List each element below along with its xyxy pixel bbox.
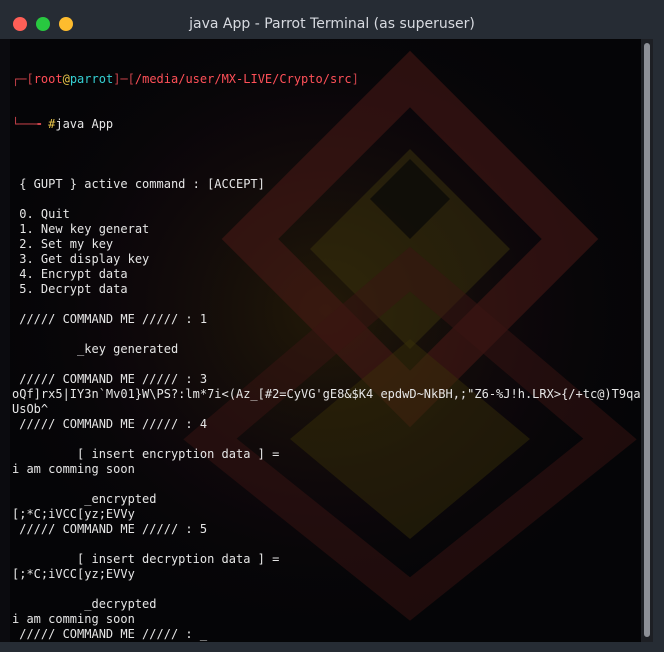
prompt-user: root (33, 72, 63, 86)
output-line: ///// COMMAND ME ///// : _ (12, 627, 208, 641)
prompt-path: /media/user/MX-LIVE/Crypto/src (134, 72, 352, 86)
prompt-at: @ (62, 72, 70, 86)
output-line: 3. Get display key (12, 252, 150, 266)
output-line: { GUPT } active command : [ACCEPT] (12, 177, 265, 191)
output-line: UsOb^ (12, 402, 49, 416)
output-line: [ insert encryption data ] = (12, 447, 280, 461)
output-line: i am comming soon (12, 462, 135, 476)
title-bar[interactable]: java App - Parrot Terminal (as superuser… (0, 0, 664, 39)
output-line: ///// COMMAND ME ///// : 1 (12, 312, 208, 326)
output-line: 1. New key generat (12, 222, 150, 236)
output-line: _encrypted (12, 492, 157, 506)
output-line: ///// COMMAND ME ///// : 4 (12, 417, 208, 431)
terminal-output-area[interactable]: ┌─[root@parrot]─[/media/user/MX-LIVE/Cry… (10, 39, 641, 642)
prompt-host: parrot (69, 72, 114, 86)
prompt-arrow: └──╼ (12, 117, 49, 131)
vertical-scrollbar[interactable] (641, 39, 653, 642)
prompt-line: ┌─[root@parrot]─[/media/user/MX-LIVE/Cry… (12, 72, 641, 87)
command-line: └──╼ #java App (12, 117, 641, 132)
window-frame-right (653, 39, 664, 652)
output-line: _key generated (12, 342, 179, 356)
output-line: i am comming soon (12, 612, 135, 626)
prompt-bracket: ]─[ (113, 72, 135, 86)
prompt-bracket: ] (351, 72, 359, 86)
terminal-text: ┌─[root@parrot]─[/media/user/MX-LIVE/Cry… (12, 42, 641, 642)
prompt-bracket: ┌─[ (12, 72, 34, 86)
output-line: 4. Encrypt data (12, 267, 128, 281)
output-line: 0. Quit (12, 207, 70, 221)
command-text: java App (55, 117, 114, 131)
output-line: _decrypted (12, 597, 157, 611)
window-title: java App - Parrot Terminal (as superuser… (189, 16, 475, 32)
program-output: { GUPT } active command : [ACCEPT] 0. Qu… (12, 162, 641, 642)
window-frame-bottom (0, 642, 653, 652)
output-line: [;*C;iVCC[yz;EVVy (12, 567, 135, 581)
output-line: oQf]rx5|IY3n`Mv01}W\PS?:lm*7i<(Az_[#2=Cy… (12, 387, 641, 401)
scrollbar-thumb[interactable] (644, 43, 650, 637)
output-line: ///// COMMAND ME ///// : 5 (12, 522, 208, 536)
output-line: 5. Decrypt data (12, 282, 128, 296)
terminal-window: java App - Parrot Terminal (as superuser… (0, 0, 664, 652)
output-line: ///// COMMAND ME ///// : 3 (12, 372, 208, 386)
output-line: [ insert decryption data ] = (12, 552, 280, 566)
output-line: [;*C;iVCC[yz;EVVy (12, 507, 135, 521)
output-line: 2. Set my key (12, 237, 114, 251)
